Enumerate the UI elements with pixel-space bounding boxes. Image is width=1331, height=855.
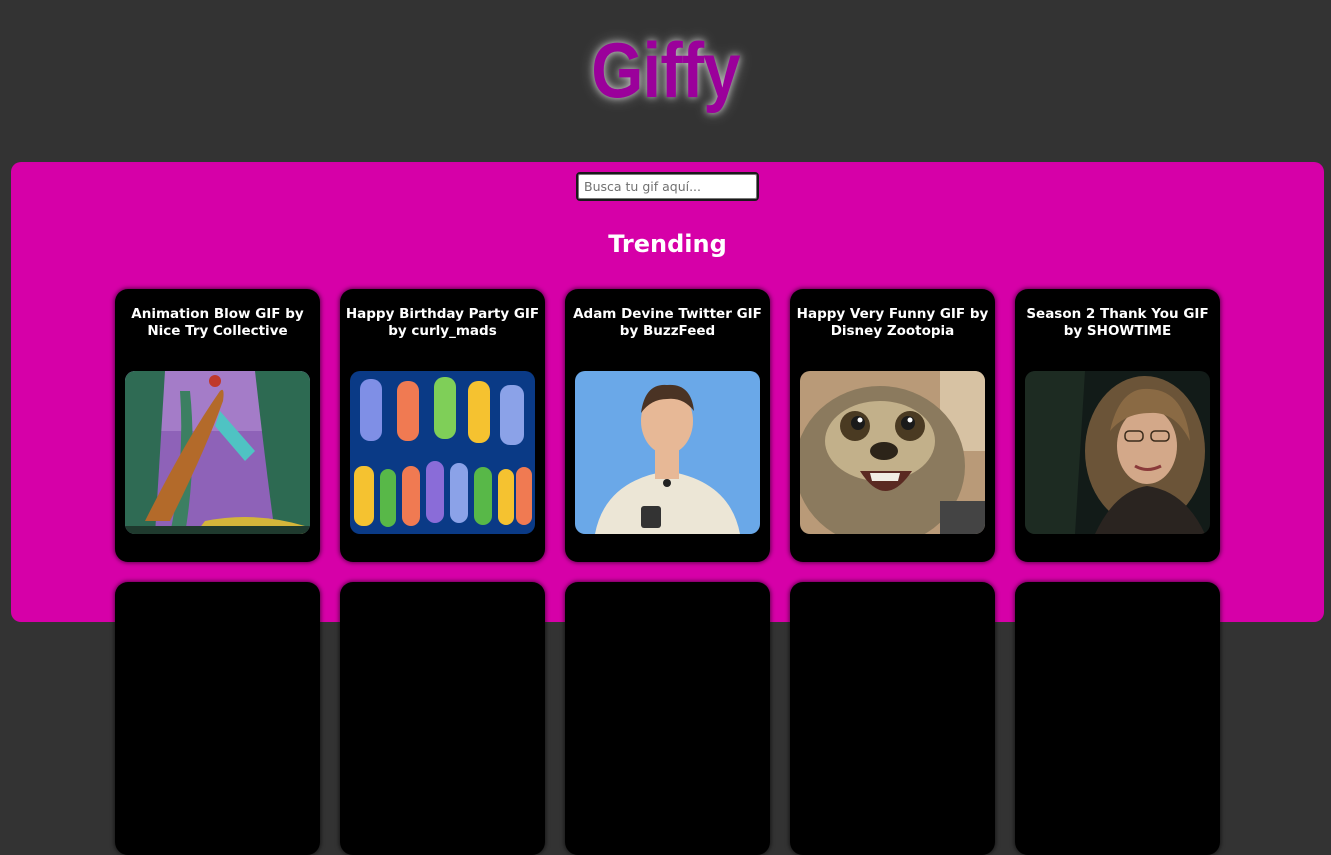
- gif-title: Adam Devine Twitter GIF by BuzzFeed: [573, 306, 762, 339]
- gif-card[interactable]: [565, 582, 770, 855]
- section-title: Trending: [608, 230, 727, 258]
- gif-card[interactable]: [790, 582, 995, 855]
- gif-image[interactable]: [125, 371, 310, 534]
- gif-card[interactable]: [340, 582, 545, 855]
- gif-image-sloth: [800, 371, 985, 534]
- gif-title: Season 2 Thank You GIF by SHOWTIME: [1026, 306, 1209, 339]
- gif-card[interactable]: Happy Birthday Party GIF by curly_mads: [340, 289, 545, 562]
- app-logo[interactable]: Giffy: [93, 28, 1238, 112]
- gif-card[interactable]: Animation Blow GIF by Nice Try Collectiv…: [115, 289, 320, 562]
- gif-title: Animation Blow GIF by Nice Try Collectiv…: [131, 306, 304, 339]
- gif-grid: Animation Blow GIF by Nice Try Collectiv…: [115, 289, 1220, 855]
- gif-card[interactable]: Season 2 Thank You GIF by SHOWTIME: [1015, 289, 1220, 562]
- header: Giffy: [0, 0, 1331, 162]
- gif-image-adam: [575, 371, 760, 534]
- gif-image[interactable]: [800, 371, 985, 534]
- gif-image[interactable]: [1025, 371, 1210, 534]
- search-form: [11, 162, 1324, 201]
- gif-image[interactable]: [350, 371, 535, 534]
- gif-image-birthday: [350, 371, 535, 534]
- gif-card[interactable]: Adam Devine Twitter GIF by BuzzFeed: [565, 289, 770, 562]
- gif-title: Happy Birthday Party GIF by curly_mads: [345, 306, 540, 339]
- gif-card[interactable]: [1015, 582, 1220, 855]
- gif-image-blow: [125, 371, 310, 534]
- gif-image-showtime: [1025, 371, 1210, 534]
- main-panel: Trending Animation Blow GIF by Nice Try …: [11, 162, 1324, 855]
- gif-card[interactable]: Happy Very Funny GIF by Disney Zootopia: [790, 289, 995, 562]
- search-input[interactable]: [576, 172, 759, 201]
- gif-title: Happy Very Funny GIF by Disney Zootopia: [796, 306, 989, 339]
- gif-image[interactable]: [575, 371, 760, 534]
- gif-card[interactable]: [115, 582, 320, 855]
